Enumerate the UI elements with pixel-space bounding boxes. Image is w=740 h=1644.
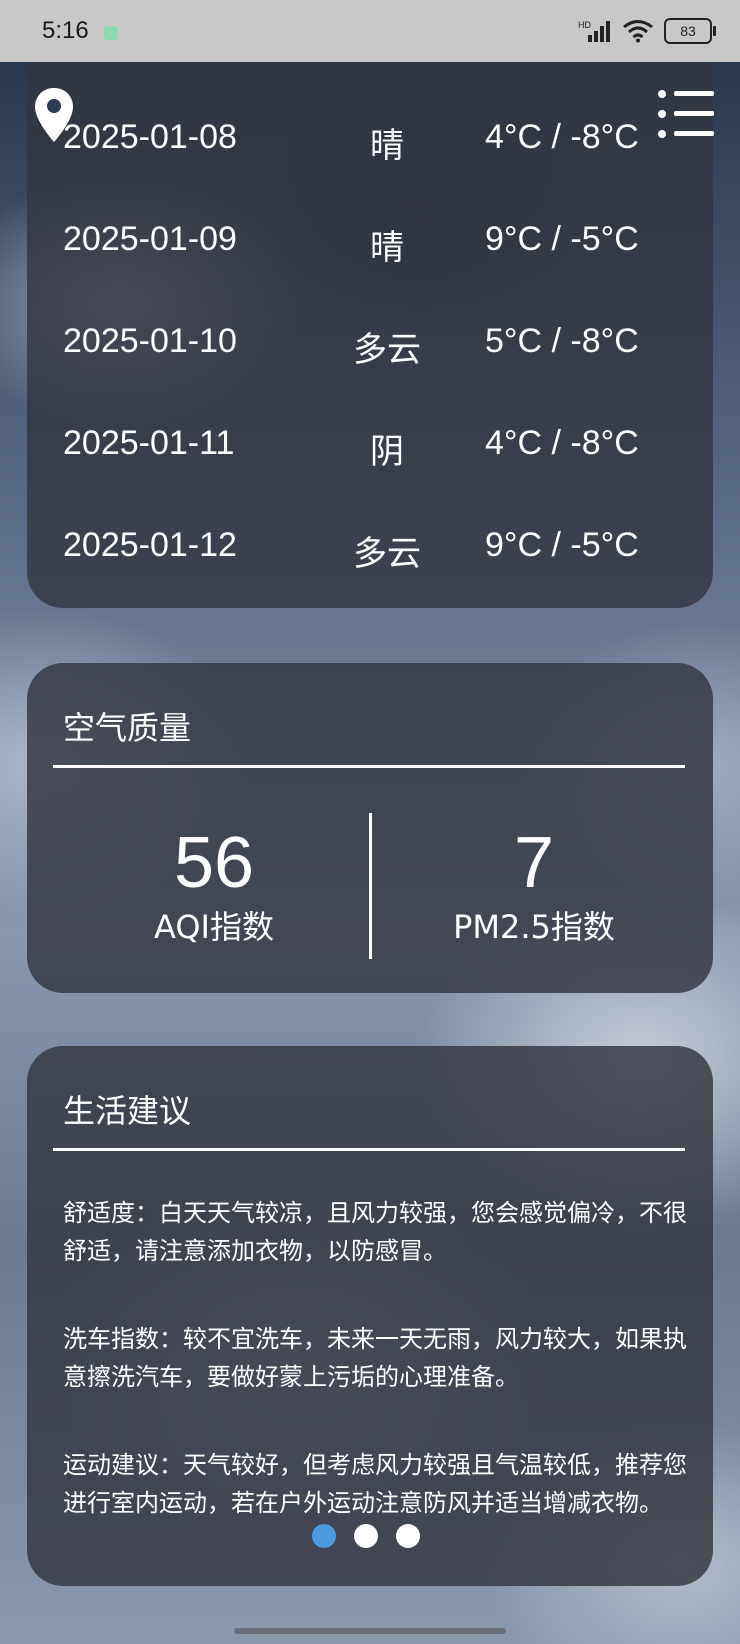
forecast-card: 2025-01-08 晴 4°C / -8°C 2025-01-09 晴 9°C… xyxy=(27,40,713,608)
forecast-row: 2025-01-12 多云 9°C / -5°C xyxy=(27,526,713,586)
status-time: 5:16 xyxy=(42,17,89,44)
location-pin-icon[interactable] xyxy=(32,86,76,148)
life-advice-title: 生活建议 xyxy=(63,1092,192,1130)
battery-icon: 83 xyxy=(664,18,716,44)
status-bar: 5:16 HD 83 xyxy=(0,0,740,62)
aqi-block: 56 AQI指数 xyxy=(49,823,379,947)
forecast-temp: 5°C / -8°C xyxy=(485,322,639,360)
forecast-date: 2025-01-11 xyxy=(63,424,235,462)
forecast-date: 2025-01-08 xyxy=(63,118,237,156)
car-wash-advice: 洗车指数：较不宜洗车，未来一天无雨，风力较大，如果执意擦洗汽车，要做好蒙上污垢的… xyxy=(63,1325,687,1391)
title-divider xyxy=(53,765,685,768)
forecast-row: 2025-01-10 多云 5°C / -8°C xyxy=(27,322,713,382)
page-dot[interactable] xyxy=(354,1524,378,1548)
forecast-condition: 晴 xyxy=(370,229,404,267)
pm25-value: 7 xyxy=(513,823,555,903)
page-dot[interactable] xyxy=(396,1524,420,1548)
forecast-temp: 9°C / -5°C xyxy=(485,220,639,258)
exercise-advice: 运动建议：天气较好，但考虑风力较强且气温较低，推荐您进行室内运动，若在户外运动注… xyxy=(63,1451,687,1517)
forecast-condition: 晴 xyxy=(370,127,404,165)
app-notification-icon xyxy=(104,26,118,40)
aqi-label: AQI指数 xyxy=(154,908,274,946)
forecast-row: 2025-01-11 阴 4°C / -8°C xyxy=(27,424,713,484)
aqi-value: 56 xyxy=(173,823,255,903)
forecast-row: 2025-01-09 晴 9°C / -5°C xyxy=(27,220,713,280)
forecast-row: 2025-01-08 晴 4°C / -8°C xyxy=(27,118,713,178)
forecast-temp: 9°C / -5°C xyxy=(485,526,639,564)
network-label: HD xyxy=(578,20,591,30)
forecast-condition: 多云 xyxy=(353,331,421,369)
forecast-date: 2025-01-09 xyxy=(63,220,237,258)
signal-icon: HD xyxy=(578,19,612,43)
wifi-icon xyxy=(622,19,654,43)
pm25-label: PM2.5指数 xyxy=(453,908,615,946)
status-indicators: HD 83 xyxy=(578,18,716,44)
forecast-temp: 4°C / -8°C xyxy=(485,424,639,462)
title-divider xyxy=(53,1148,685,1151)
page-indicator xyxy=(312,1524,420,1548)
page-dot[interactable] xyxy=(312,1524,336,1548)
home-indicator[interactable] xyxy=(234,1628,506,1634)
pm25-block: 7 PM2.5指数 xyxy=(369,823,699,947)
menu-list-icon[interactable] xyxy=(656,88,716,146)
forecast-date: 2025-01-10 xyxy=(63,322,237,360)
comfort-advice: 舒适度：白天天气较凉，且风力较强，您会感觉偏冷，不很舒适，请注意添加衣物，以防感… xyxy=(63,1199,687,1265)
forecast-condition: 多云 xyxy=(353,535,421,573)
air-quality-title: 空气质量 xyxy=(63,709,192,747)
forecast-date: 2025-01-12 xyxy=(63,526,237,564)
life-advice-card[interactable]: 生活建议 舒适度：白天天气较凉，且风力较强，您会感觉偏冷，不很舒适，请注意添加衣… xyxy=(27,1046,713,1586)
forecast-temp: 4°C / -8°C xyxy=(485,118,639,156)
air-quality-card: 空气质量 56 AQI指数 7 PM2.5指数 xyxy=(27,663,713,993)
forecast-condition: 阴 xyxy=(370,433,404,471)
